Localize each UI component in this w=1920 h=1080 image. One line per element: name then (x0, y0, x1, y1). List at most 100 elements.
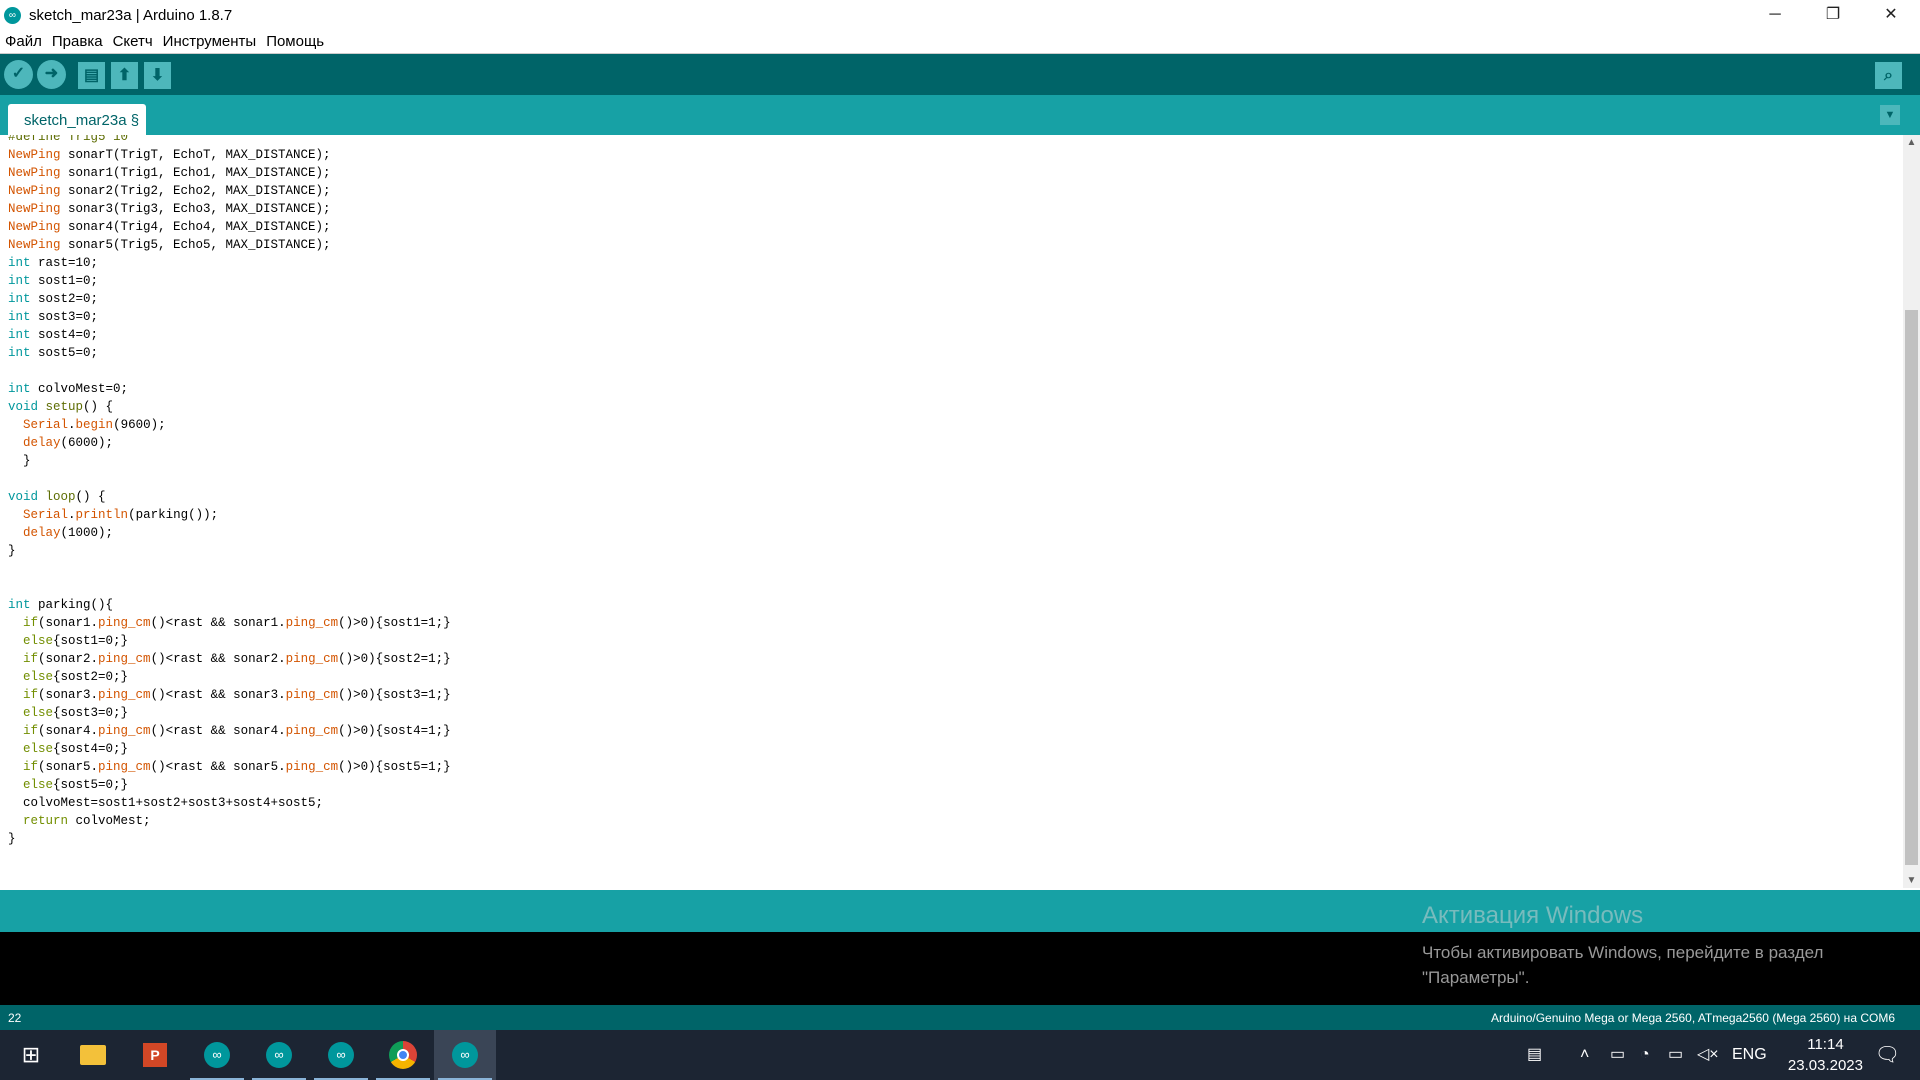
taskbar-chrome[interactable] (372, 1030, 434, 1080)
wifi-icon[interactable]: ◔ (1640, 1030, 1650, 1080)
code-token: ()>0){sost3=1;} (338, 688, 451, 702)
code-line: NewPing sonar1(Trig1, Echo1, MAX_DISTANC… (8, 164, 451, 182)
code-line: NewPing sonar5(Trig5, Echo5, MAX_DISTANC… (8, 236, 451, 254)
code-token: begin (75, 418, 114, 432)
language-indicator[interactable]: ENG (1732, 1030, 1767, 1080)
scrollbar-thumb[interactable] (1905, 310, 1918, 865)
code-token: (sonar5. (38, 760, 99, 774)
open-icon[interactable]: ⬆ (111, 62, 138, 89)
code-token: ping_cm (98, 688, 151, 702)
save-icon[interactable]: ⬇ (144, 62, 171, 89)
arduino-logo-icon: ∞ (4, 6, 21, 24)
taskbar-arduino-3[interactable]: ∞ (310, 1030, 372, 1080)
code-token: ping_cm (285, 688, 339, 702)
close-button[interactable]: ✕ (1862, 0, 1920, 30)
code-token: . (68, 418, 76, 432)
code-editor[interactable]: #define Trig5 10 NewPing sonarT(TrigT, Ec… (0, 135, 1903, 888)
code-line: int sost3=0; (8, 308, 451, 326)
menu-help[interactable]: Помощь (261, 33, 329, 50)
code-token: int (8, 256, 31, 270)
restore-button[interactable]: ❐ (1804, 0, 1862, 30)
code-token: #define Trig5 10 (8, 135, 129, 144)
watermark-title: Активация Windows (1422, 902, 1644, 929)
menu-edit[interactable]: Правка (47, 33, 108, 50)
code-token: } (8, 544, 16, 558)
code-token: {sost2=0;} (53, 670, 129, 684)
code-line: int rast=10; (8, 254, 451, 272)
taskbar-file-explorer[interactable] (62, 1030, 124, 1080)
code-token: int (8, 328, 31, 342)
taskbar-arduino-1[interactable]: ∞ (186, 1030, 248, 1080)
code-token: (1000); (60, 526, 114, 540)
code-line: Serial.println(parking()); (8, 506, 451, 524)
serial-monitor-icon[interactable]: ⌕ (1875, 62, 1902, 89)
arduino-icon: ∞ (204, 1042, 230, 1068)
scroll-down-icon[interactable]: ▼ (1903, 875, 1920, 886)
code-token: else (23, 670, 54, 684)
minimize-button[interactable]: ─ (1746, 0, 1804, 30)
menu-sketch[interactable]: Скетч (108, 33, 158, 50)
code-line: Serial.begin(9600); (8, 416, 451, 434)
chevron-up-icon[interactable]: ˄ (1580, 1030, 1589, 1080)
menu-file[interactable]: Файл (0, 33, 47, 50)
code-token: ping_cm (98, 616, 151, 630)
code-token: ping_cm (285, 652, 339, 666)
code-token: ping_cm (98, 724, 151, 738)
start-button[interactable]: ⊞ (0, 1030, 62, 1080)
code-token: ()>0){sost4=1;} (338, 724, 451, 738)
taskbar-arduino-2[interactable]: ∞ (248, 1030, 310, 1080)
windows-icon: ⊞ (21, 1042, 41, 1067)
code-token: sonar3(Trig3, Echo3, MAX_DISTANCE); (60, 202, 331, 216)
code-token: if (23, 652, 39, 666)
toolbar: ✓ ➜ ▤ ⬆ ⬇ ⌕ (0, 54, 1920, 95)
code-token: int (8, 292, 31, 306)
camera-icon[interactable]: ▭ (1610, 1030, 1625, 1080)
battery-icon[interactable]: ▭ (1668, 1030, 1683, 1080)
upload-icon[interactable]: ➜ (37, 60, 66, 89)
code-line: colvoMest=sost1+sost2+sost3+sost4+sost5; (8, 794, 451, 812)
menu-tools[interactable]: Инструменты (158, 33, 262, 50)
code-line: NewPing sonarT(TrigT, EchoT, MAX_DISTANC… (8, 146, 451, 164)
new-sketch-icon[interactable]: ▤ (78, 62, 105, 89)
news-icon[interactable]: ▤ (1527, 1030, 1542, 1080)
code-line: void setup() { (8, 398, 451, 416)
taskbar-arduino-active[interactable]: ∞ (434, 1030, 496, 1080)
taskbar-powerpoint[interactable]: P (124, 1030, 186, 1080)
code-token: else (23, 634, 54, 648)
clock[interactable]: 11:14 23.03.2023 (1788, 1034, 1863, 1076)
volume-muted-icon[interactable]: ◁× (1697, 1030, 1719, 1080)
code-token: setup (45, 400, 84, 414)
notifications-icon[interactable]: 🗨 (1875, 1030, 1900, 1080)
code-token: void (8, 400, 39, 414)
scroll-up-icon[interactable]: ▲ (1903, 137, 1920, 148)
code-line: int sost2=0; (8, 290, 451, 308)
code-line: else{sost5=0;} (8, 776, 451, 794)
code-token: () { (83, 400, 114, 414)
tab-sketch[interactable]: sketch_mar23a § (8, 104, 146, 135)
verify-icon[interactable]: ✓ (4, 60, 33, 89)
code-token: if (23, 688, 39, 702)
code-line: else{sost4=0;} (8, 740, 451, 758)
code-token: colvoMest=0; (30, 382, 129, 396)
code-token: delay (23, 526, 61, 540)
code-token: . (68, 508, 76, 522)
code-token: colvoMest=sost1+sost2+sost3+sost4+sost5; (8, 796, 324, 810)
code-line: NewPing sonar2(Trig2, Echo2, MAX_DISTANC… (8, 182, 451, 200)
code-token: sost5=0; (30, 346, 99, 360)
code-line: else{sost3=0;} (8, 704, 451, 722)
tab-menu-icon[interactable]: ▼ (1880, 105, 1900, 125)
vertical-scrollbar[interactable]: ▲ ▼ (1903, 135, 1920, 888)
